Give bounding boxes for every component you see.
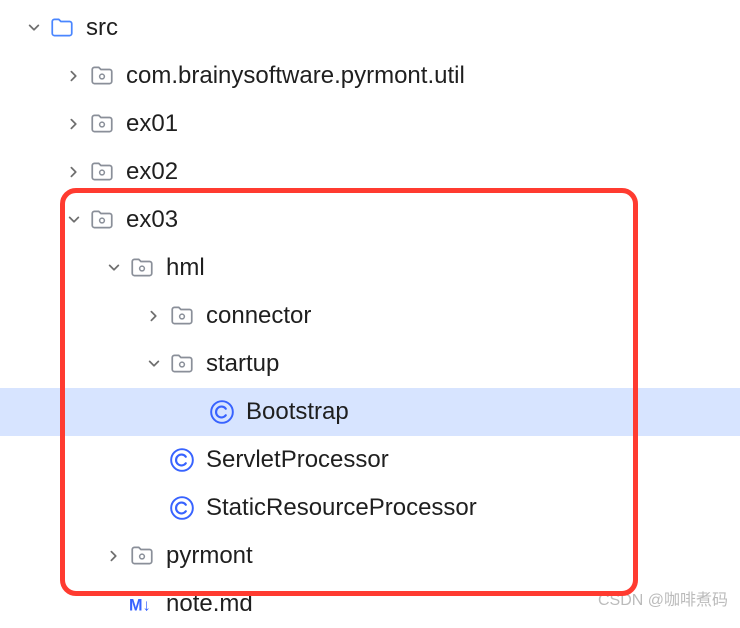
tree-item-pyrmont[interactable]: pyrmont [0, 532, 740, 580]
chevron-down-icon[interactable] [100, 254, 128, 282]
tree-item-label: ServletProcessor [206, 446, 389, 474]
tree-item-hml[interactable]: hml [0, 244, 740, 292]
chevron-right-icon[interactable] [140, 302, 168, 330]
tree-item-label: connector [206, 302, 311, 330]
package-icon [128, 542, 156, 570]
tree-item-util[interactable]: com.brainysoftware.pyrmont.util [0, 52, 740, 100]
chevron-down-icon[interactable] [60, 206, 88, 234]
tree-item-ex02[interactable]: ex02 [0, 148, 740, 196]
tree-item-label: src [86, 14, 118, 42]
package-icon [88, 62, 116, 90]
class-icon [208, 398, 236, 426]
tree-item-label: pyrmont [166, 542, 253, 570]
tree-item-ex03[interactable]: ex03 [0, 196, 740, 244]
tree-item-label: ex03 [126, 206, 178, 234]
class-icon [168, 446, 196, 474]
package-icon [88, 110, 116, 138]
tree-item-label: startup [206, 350, 279, 378]
chevron-down-icon[interactable] [20, 14, 48, 42]
tree-item-label: ex01 [126, 110, 178, 138]
tree-item-ex01[interactable]: ex01 [0, 100, 740, 148]
chevron-right-icon[interactable] [60, 110, 88, 138]
package-icon [128, 254, 156, 282]
package-icon [168, 302, 196, 330]
folder-icon [48, 14, 76, 42]
tree-item-servletprocessor[interactable]: ServletProcessor [0, 436, 740, 484]
tree-item-label: StaticResourceProcessor [206, 494, 477, 522]
tree-item-label: hml [166, 254, 205, 282]
tree-item-src[interactable]: src [0, 4, 740, 52]
chevron-down-icon[interactable] [140, 350, 168, 378]
markdown-icon [128, 590, 156, 618]
package-icon [88, 206, 116, 234]
project-tree: src com.brainysoftware.pyrmont.util ex01… [0, 0, 740, 628]
tree-item-startup[interactable]: startup [0, 340, 740, 388]
tree-item-label: ex02 [126, 158, 178, 186]
package-icon [88, 158, 116, 186]
tree-item-bootstrap[interactable]: Bootstrap [0, 388, 740, 436]
chevron-right-icon[interactable] [60, 158, 88, 186]
tree-item-staticprocessor[interactable]: StaticResourceProcessor [0, 484, 740, 532]
chevron-right-icon[interactable] [60, 62, 88, 90]
chevron-right-icon[interactable] [100, 542, 128, 570]
package-icon [168, 350, 196, 378]
tree-item-connector[interactable]: connector [0, 292, 740, 340]
class-icon [168, 494, 196, 522]
tree-item-label: com.brainysoftware.pyrmont.util [126, 62, 465, 90]
watermark: CSDN @咖啡煮码 [598, 586, 728, 610]
tree-item-label: note.md [166, 590, 253, 618]
tree-item-label: Bootstrap [246, 398, 349, 426]
